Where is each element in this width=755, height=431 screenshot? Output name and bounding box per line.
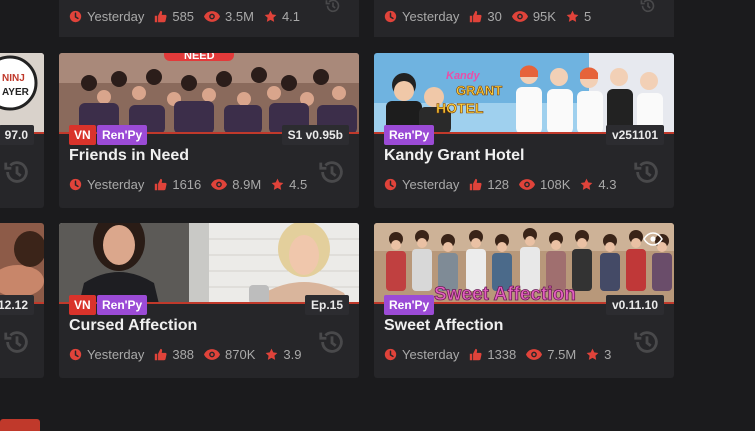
likes-count: 1616 <box>172 177 202 192</box>
rating-value: 5 <box>583 9 592 24</box>
views-count: 8.9M <box>232 177 262 192</box>
clock-icon <box>69 348 82 361</box>
game-card-cursed-affection[interactable]: VN Ren'Py Ep.15 Cursed Affection Yesterd… <box>59 223 359 378</box>
version-badge: v0.11.10 <box>605 295 664 315</box>
rating-value: 4.3 <box>598 177 617 192</box>
watch-later-icon[interactable] <box>317 157 347 187</box>
date-label: Yesterday <box>402 9 460 24</box>
tag-renpy[interactable]: Ren'Py <box>384 125 435 145</box>
star-icon <box>586 348 599 361</box>
logo-text: NEED <box>184 53 215 62</box>
likes-count: 30 <box>487 9 502 24</box>
thumbs-up-icon <box>469 348 482 361</box>
thumbs-up-icon <box>469 178 482 191</box>
rating-value: 4.5 <box>289 177 308 192</box>
version-badge: 12.12 <box>0 295 34 315</box>
thumbs-up-icon <box>469 10 482 23</box>
views-count: 95K <box>532 9 556 24</box>
tag-renpy[interactable]: Ren'Py <box>384 295 435 315</box>
thumbnail[interactable] <box>59 223 359 304</box>
logo-text: Sweet Affection <box>434 284 576 304</box>
star-icon <box>580 178 593 191</box>
watch-later-icon[interactable] <box>634 0 662 22</box>
star-icon <box>566 10 579 23</box>
clock-icon <box>384 178 397 191</box>
clock-icon <box>69 10 82 23</box>
watch-later-icon[interactable] <box>319 0 347 22</box>
star-icon <box>271 178 284 191</box>
scroll-top-button[interactable] <box>0 419 40 431</box>
watch-later-icon[interactable] <box>632 157 662 187</box>
thumbs-up-icon <box>154 178 167 191</box>
version-badge: v251101 <box>605 125 664 145</box>
star-icon <box>264 10 277 23</box>
date-label: Yesterday <box>402 177 460 192</box>
thumbs-up-icon <box>154 10 167 23</box>
game-card-sweet-affection[interactable]: Sweet Affection Ren'Py v0.11.10 Sweet Af… <box>374 223 674 378</box>
eye-icon <box>512 11 528 22</box>
likes-count: 128 <box>487 177 510 192</box>
watch-later-icon[interactable] <box>632 327 662 357</box>
svg-text:HOTEL: HOTEL <box>436 100 484 116</box>
clock-icon <box>69 178 82 191</box>
version-badge: Ep.15 <box>304 295 349 315</box>
tag-renpy[interactable]: Ren'Py <box>97 125 148 145</box>
tag-vn[interactable]: VN <box>69 295 96 315</box>
thumbnail[interactable]: Kandy GRANT HOTEL <box>374 53 674 134</box>
rating-value: 3 <box>604 347 612 362</box>
views-count: 7.5M <box>547 347 577 362</box>
left-card-partial-1[interactable]: NINJ AYER 97.0 <box>0 53 44 208</box>
watch-later-icon[interactable] <box>317 327 347 357</box>
game-card-friends-in-need[interactable]: NEED VN Ren'Py S1 v0.95b Friends in Need… <box>59 53 359 208</box>
svg-text:Kandy: Kandy <box>446 70 481 82</box>
watch-later-icon[interactable] <box>2 327 32 357</box>
rating-value: 4.1 <box>281 9 301 24</box>
views-count: 108K <box>540 177 571 192</box>
thumbs-up-icon <box>154 348 167 361</box>
thumbnail[interactable]: Sweet Affection <box>374 223 674 304</box>
eye-icon <box>211 179 227 190</box>
date-label: Yesterday <box>87 347 145 362</box>
card-meta: Yesterday 388 870K 3.9 <box>69 347 312 362</box>
svg-text:AYER: AYER <box>2 87 30 98</box>
svg-text:NINJ: NINJ <box>2 73 25 84</box>
thumbnail: NINJ AYER <box>0 53 44 134</box>
left-card-partial-2[interactable]: 12.12 <box>0 223 44 378</box>
rating-value: 3.9 <box>283 347 302 362</box>
date-label: Yesterday <box>87 9 145 24</box>
views-count: 870K <box>225 347 256 362</box>
card-title[interactable]: Sweet Affection <box>384 317 503 335</box>
eye-icon <box>204 349 220 360</box>
date-label: Yesterday <box>402 347 460 362</box>
version-badge: 97.0 <box>0 125 34 145</box>
card-meta: Yesterday 128 108K 4.3 <box>384 177 627 192</box>
game-card-kandy-grant-hotel[interactable]: Kandy GRANT HOTEL Ren'Py v251101 Kandy G… <box>374 53 674 208</box>
svg-text:GRANT: GRANT <box>456 83 502 98</box>
tag-vn[interactable]: VN <box>69 125 96 145</box>
eye-icon <box>204 11 220 22</box>
likes-count: 585 <box>172 9 195 24</box>
likes-count: 388 <box>172 347 195 362</box>
card-meta: Yesterday 1338 7.5M 3 <box>384 347 621 362</box>
star-icon <box>265 348 278 361</box>
tag-renpy[interactable]: Ren'Py <box>97 295 148 315</box>
views-count: 3.5M <box>225 9 254 24</box>
date-label: Yesterday <box>87 177 145 192</box>
version-badge: S1 v0.95b <box>281 125 349 145</box>
top-card-partial-1[interactable]: Yesterday 585 3.5M 4.1 <box>59 0 359 37</box>
card-title[interactable]: Cursed Affection <box>69 317 197 335</box>
clock-icon <box>384 10 397 23</box>
thumbnail <box>0 223 44 304</box>
card-meta: Yesterday 1616 8.9M 4.5 <box>69 177 317 192</box>
thumbnail[interactable]: NEED <box>59 53 359 134</box>
eye-icon <box>519 179 535 190</box>
watch-later-icon[interactable] <box>2 157 32 187</box>
top-card-partial-2[interactable]: Yesterday 30 95K 5 <box>374 0 674 37</box>
clock-icon <box>384 348 397 361</box>
likes-count: 1338 <box>487 347 517 362</box>
card-title[interactable]: Kandy Grant Hotel <box>384 147 524 165</box>
eye-icon <box>526 349 542 360</box>
card-title[interactable]: Friends in Need <box>69 147 189 165</box>
